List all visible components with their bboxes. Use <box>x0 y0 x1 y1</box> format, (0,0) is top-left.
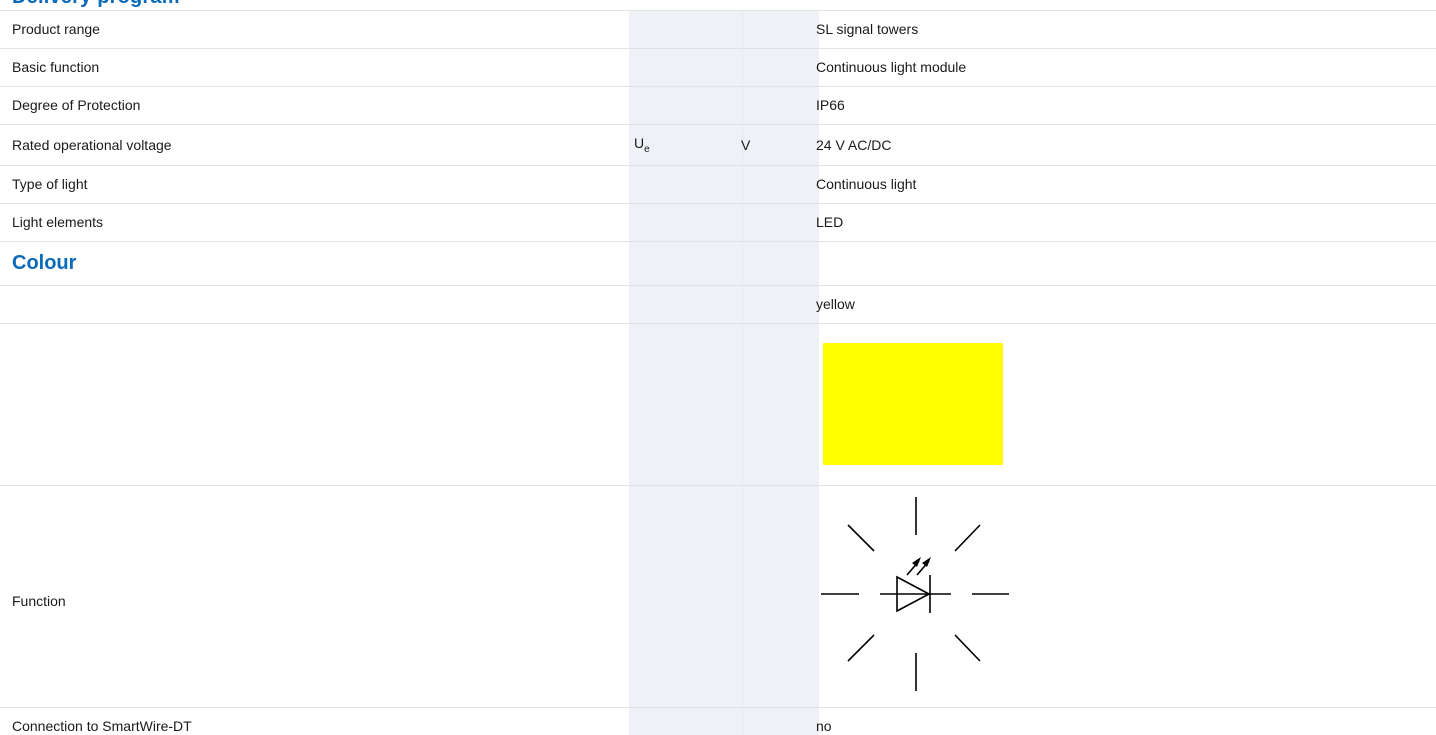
table-row-product-range: Product range SL signal towers <box>0 10 1436 49</box>
row-value <box>812 485 1436 708</box>
row-value: LED <box>812 203 1436 242</box>
row-label: Product range <box>0 10 629 49</box>
row-unit <box>736 707 812 735</box>
row-unit <box>736 323 812 486</box>
row-value: no <box>812 707 1436 735</box>
table-row-type-of-light: Type of light Continuous light <box>0 165 1436 204</box>
table-row-rated-operational-voltage: Rated operational voltage Ue V 24 V AC/D… <box>0 124 1436 166</box>
specification-table: Product range SL signal towers Basic fun… <box>0 10 1436 735</box>
row-unit <box>736 485 812 708</box>
row-unit <box>736 86 812 125</box>
row-value: Continuous light <box>812 165 1436 204</box>
row-symbol <box>629 48 736 87</box>
yellow-colour-swatch <box>823 343 1003 465</box>
table-row-degree-of-protection: Degree of Protection IP66 <box>0 86 1436 125</box>
row-unit <box>736 165 812 204</box>
row-value: yellow <box>812 285 1436 324</box>
row-label: Rated operational voltage <box>0 124 629 166</box>
row-symbol <box>629 707 736 735</box>
row-symbol <box>629 86 736 125</box>
row-unit <box>736 285 812 324</box>
symbol-subscript: e <box>644 143 650 155</box>
row-label: Type of light <box>0 165 629 204</box>
row-label: Basic function <box>0 48 629 87</box>
section-title-colour: Colour <box>0 241 629 286</box>
row-label <box>0 323 629 486</box>
row-value: SL signal towers <box>812 10 1436 49</box>
row-symbol <box>629 323 736 486</box>
row-value <box>812 241 1436 286</box>
row-unit <box>736 10 812 49</box>
section-heading-delivery-program: Delivery program <box>12 0 180 9</box>
row-unit <box>736 203 812 242</box>
colour-heading: Colour <box>12 251 77 274</box>
row-symbol <box>629 203 736 242</box>
table-row-colour-value: yellow <box>0 285 1436 324</box>
row-symbol <box>629 485 736 708</box>
row-value <box>812 323 1436 486</box>
table-row-colour-heading: Colour <box>0 241 1436 286</box>
row-symbol <box>629 165 736 204</box>
row-unit: V <box>736 124 812 166</box>
row-symbol <box>629 285 736 324</box>
row-value: 24 V AC/DC <box>812 124 1436 166</box>
row-label: Light elements <box>0 203 629 242</box>
datasheet-page: Delivery program Product range SL signal… <box>0 0 1436 735</box>
table-row-connection-to-smartwire: Connection to SmartWire-DT no <box>0 707 1436 735</box>
table-row-light-elements: Light elements LED <box>0 203 1436 242</box>
row-value: Continuous light module <box>812 48 1436 87</box>
row-unit <box>736 241 812 286</box>
table-row-colour-swatch <box>0 323 1436 486</box>
row-label: Connection to SmartWire-DT <box>0 707 629 735</box>
table-row-function: Function <box>0 485 1436 708</box>
led-continuous-light-symbol-icon <box>821 497 1009 691</box>
row-symbol <box>629 241 736 286</box>
symbol-main: U <box>634 134 645 151</box>
row-label: Degree of Protection <box>0 86 629 125</box>
table-row-basic-function: Basic function Continuous light module <box>0 48 1436 87</box>
row-label: Function <box>0 485 629 708</box>
row-symbol: Ue <box>629 124 736 166</box>
row-value: IP66 <box>812 86 1436 125</box>
row-symbol <box>629 10 736 49</box>
row-unit <box>736 48 812 87</box>
row-label <box>0 285 629 324</box>
